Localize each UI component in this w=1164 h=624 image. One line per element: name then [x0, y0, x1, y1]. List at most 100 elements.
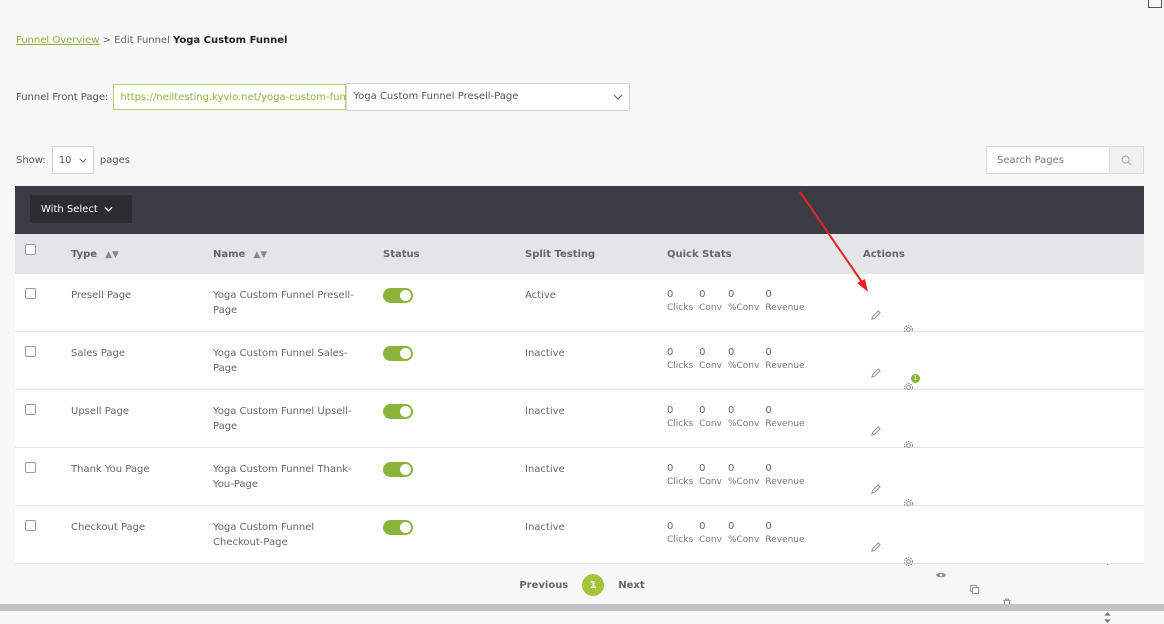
stat-conv-label: Conv: [699, 535, 722, 545]
edit-icon[interactable]: [868, 424, 882, 438]
column-name-label: Name: [213, 249, 246, 260]
stat-clicks-label: Clicks: [667, 419, 694, 429]
stat-conv-label: Conv: [699, 361, 722, 371]
chevron-down-icon: [613, 94, 623, 100]
search-button[interactable]: [1110, 146, 1144, 174]
status-toggle[interactable]: [383, 404, 413, 419]
row-name: Yoga Custom Funnel Thank-You-Page: [213, 464, 352, 490]
row-checkbox[interactable]: [25, 404, 36, 415]
status-toggle[interactable]: [383, 462, 413, 477]
edit-icon[interactable]: [868, 366, 882, 380]
table-row: Presell Page Yoga Custom Funnel Presell-P…: [15, 274, 1144, 391]
breadcrumb-current: Yoga Custom Funnel: [173, 35, 288, 46]
edit-icon[interactable]: [868, 482, 882, 496]
stat-conv-value: 0: [699, 463, 706, 474]
column-type-label: Type: [71, 249, 98, 260]
row-name: Yoga Custom Funnel Sales-Page: [213, 348, 348, 374]
row-checkbox[interactable]: [25, 462, 36, 473]
status-toggle[interactable]: [383, 346, 413, 361]
stat-revenue-label: Revenue: [765, 477, 805, 487]
row-checkbox[interactable]: [25, 288, 36, 299]
row-split-testing: Active: [525, 290, 556, 301]
stat-clicks-value: 0: [667, 347, 674, 358]
stat-clicks-value: 0: [667, 463, 674, 474]
stat-revenue: 0 Revenue: [765, 520, 804, 547]
stat-pconv-label: %Conv: [727, 477, 760, 487]
stat-pconv-label: %Conv: [727, 535, 760, 545]
row-type: Thank You Page: [71, 464, 150, 475]
stat-conv-value: 0: [699, 289, 706, 300]
pages-label: pages: [99, 154, 130, 166]
stat-clicks: 0 Clicks: [667, 346, 693, 373]
stat-revenue-value: 0: [765, 463, 772, 474]
stat-clicks-label: Clicks: [667, 477, 694, 487]
column-header-name[interactable]: Name ▲▼: [213, 249, 267, 260]
reorder-icon[interactable]: [1100, 610, 1114, 624]
column-header-status: Status: [383, 249, 420, 260]
table-row: Checkout Page Yoga Custom Funnel Checkout…: [15, 506, 1144, 623]
stat-clicks: 0 Clicks: [667, 462, 693, 489]
row-type: Checkout Page: [71, 522, 146, 533]
row-type: Sales Page: [71, 348, 126, 359]
page-length-select[interactable]: 10: [51, 146, 94, 174]
with-select-button[interactable]: With Select: [30, 195, 132, 223]
pages-table: With Select Type ▲▼ Name ▲▼ Status Split T…: [15, 186, 1144, 623]
pagination-next[interactable]: Next: [618, 580, 644, 591]
show-label: Show:: [16, 154, 46, 166]
funnel-front-page-url[interactable]: https://neiltesting.kyvio.net/yoga-custo…: [113, 84, 347, 110]
stat-revenue-label: Revenue: [765, 419, 805, 429]
column-header-type[interactable]: Type ▲▼: [71, 249, 119, 260]
stat-clicks-label: Clicks: [667, 361, 694, 371]
stat-conv: 0 Conv: [699, 520, 722, 547]
row-checkbox[interactable]: [25, 346, 36, 357]
settings-badge: 1: [911, 374, 920, 383]
chevron-down-icon: [104, 206, 113, 212]
quick-stats: 0 Clicks 0 Conv 0 %Conv 0 Revenue: [667, 346, 811, 373]
breadcrumb-funnel-overview-link[interactable]: Funnel Overview: [16, 35, 99, 46]
status-toggle[interactable]: [383, 288, 413, 303]
stat-pconv-label: %Conv: [727, 361, 760, 371]
edit-icon[interactable]: [868, 540, 882, 554]
search-input[interactable]: [986, 146, 1110, 174]
stat-revenue-value: 0: [765, 405, 772, 416]
funnel-front-page-row: Funnel Front Page: https://neiltesting.k…: [16, 83, 631, 111]
select-all-checkbox[interactable]: [25, 244, 36, 255]
row-type: Presell Page: [71, 290, 132, 301]
stat-conv: 0 Conv: [699, 346, 722, 373]
stat-pconv: 0 %Conv: [728, 520, 759, 547]
quick-stats: 0 Clicks 0 Conv 0 %Conv 0 Revenue: [667, 404, 811, 431]
column-header-split-testing: Split Testing: [525, 249, 596, 260]
stat-pconv-value: 0: [727, 521, 735, 532]
stat-revenue-label: Revenue: [765, 535, 805, 545]
row-split-testing: Inactive: [525, 406, 565, 417]
stat-conv-label: Conv: [699, 419, 722, 429]
row-split-testing: Inactive: [525, 522, 565, 533]
row-type: Upsell Page: [71, 406, 129, 417]
settings-gear-icon[interactable]: [901, 554, 915, 568]
stat-pconv-label: %Conv: [727, 303, 760, 313]
search-box: [986, 146, 1144, 174]
status-toggle[interactable]: [383, 520, 413, 535]
pagination-previous[interactable]: Previous: [519, 580, 568, 591]
quick-stats: 0 Clicks 0 Conv 0 %Conv 0 Revenue: [667, 288, 811, 315]
row-name: Yoga Custom Funnel Upsell-Page: [213, 406, 352, 432]
sort-icon: ▲▼: [253, 250, 268, 260]
stat-conv: 0 Conv: [699, 288, 722, 315]
front-page-select-value: Yoga Custom Funnel Presell-Page: [353, 91, 519, 102]
edit-icon[interactable]: [868, 308, 882, 322]
pagination-page-1[interactable]: 1: [582, 574, 605, 596]
front-page-select[interactable]: Yoga Custom Funnel Presell-Page: [346, 83, 631, 111]
search-icon: [1121, 155, 1132, 165]
bottom-strip: [0, 604, 1164, 611]
stat-revenue: 0 Revenue: [765, 346, 804, 373]
row-checkbox[interactable]: [25, 520, 36, 531]
table-row: Upsell Page Yoga Custom Funnel Upsell-Pag…: [15, 390, 1144, 507]
stat-clicks-value: 0: [667, 289, 674, 300]
stat-revenue-value: 0: [765, 521, 772, 532]
row-name: Yoga Custom Funnel Checkout-Page: [213, 522, 315, 548]
stat-pconv-value: 0: [727, 347, 735, 358]
stat-pconv: 0 %Conv: [728, 404, 759, 431]
pagination: Previous 1 Next: [0, 574, 1164, 596]
stat-revenue-value: 0: [765, 347, 772, 358]
stat-pconv: 0 %Conv: [728, 346, 759, 373]
